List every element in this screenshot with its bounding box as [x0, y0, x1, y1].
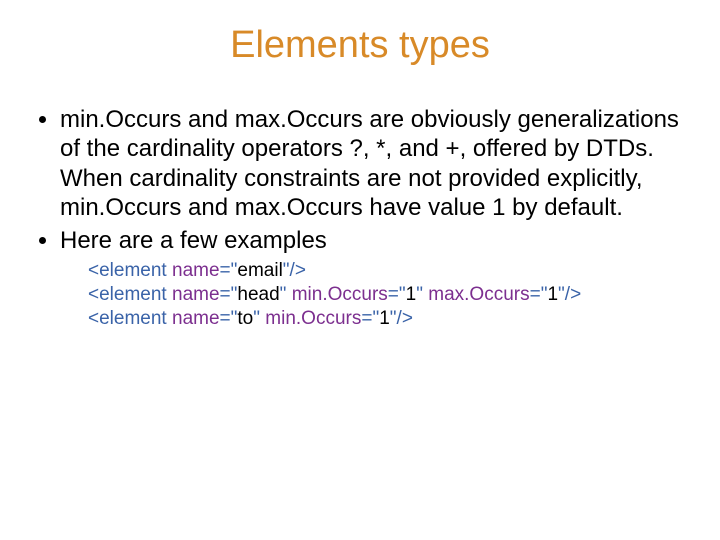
attr-value: to [237, 308, 253, 329]
code-line: <element name="head" min.Occurs="1" max.… [88, 283, 680, 307]
slide-title: Elements types [40, 24, 680, 67]
code-examples: <element name="email"/> <element name="h… [40, 259, 680, 330]
angle-open: < [88, 308, 99, 329]
angle-open: < [88, 260, 99, 281]
bullet-item: Here are a few examples [60, 226, 680, 255]
code-line: <element name="email"/> [88, 259, 680, 283]
attr-name: name [172, 308, 220, 329]
attr-name: name [172, 260, 220, 281]
equals: = [220, 308, 231, 329]
quote: " [399, 284, 406, 305]
equals: = [220, 260, 231, 281]
bullet-item: min.Occurs and max.Occurs are obviously … [60, 105, 680, 222]
equals: = [388, 284, 399, 305]
attr-value: 1 [406, 284, 417, 305]
attr-name: name [172, 284, 220, 305]
quote: " [558, 284, 565, 305]
angle-close: /> [290, 260, 306, 281]
quote: " [283, 260, 290, 281]
quote: " [390, 308, 397, 329]
tag-name: element [99, 284, 167, 305]
equals: = [530, 284, 541, 305]
attr-value: email [237, 260, 282, 281]
attr-value: 1 [379, 308, 390, 329]
code-line: <element name="to" min.Occurs="1"/> [88, 307, 680, 331]
quote: " [416, 284, 423, 305]
attr-value: head [237, 284, 279, 305]
attr-minoccurs: min.Occurs [292, 284, 388, 305]
tag-name: element [99, 260, 167, 281]
angle-open: < [88, 284, 99, 305]
equals: = [220, 284, 231, 305]
attr-value: 1 [547, 284, 558, 305]
attr-minoccurs: min.Occurs [265, 308, 361, 329]
slide: Elements types min.Occurs and max.Occurs… [0, 0, 720, 540]
tag-name: element [99, 308, 167, 329]
bullet-list: min.Occurs and max.Occurs are obviously … [40, 105, 680, 255]
angle-close: /> [565, 284, 581, 305]
quote: " [253, 308, 260, 329]
equals: = [361, 308, 372, 329]
angle-close: /> [397, 308, 413, 329]
attr-maxoccurs: max.Occurs [428, 284, 529, 305]
